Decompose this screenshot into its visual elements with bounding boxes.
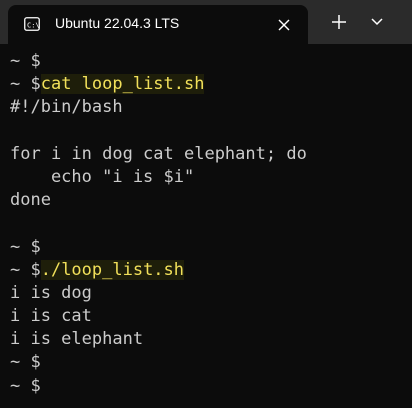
- output-text: i is dog: [10, 282, 92, 303]
- output-text: for i in dog cat elephant; do: [10, 143, 307, 164]
- terminal-line: #!/bin/bash: [10, 96, 408, 119]
- shell-prompt: ~ $: [10, 375, 41, 396]
- tab-ubuntu[interactable]: C:\ Ubuntu 22.04.3 LTS: [8, 5, 308, 44]
- command-text: cat loop_list.sh: [40, 74, 205, 95]
- shell-prompt: ~ $: [10, 74, 41, 95]
- terminal-output[interactable]: ~ $ ~ $cat loop_list.sh #!/bin/bash for i i…: [10, 50, 408, 404]
- terminal-line: ~ $: [10, 375, 408, 398]
- terminal-line: done: [10, 189, 408, 212]
- terminal-line: ~ $: [10, 236, 408, 259]
- terminal-line: ~ $: [10, 351, 408, 374]
- terminal-window: C:\ Ubuntu 22.04.3 LTS ~ $ ~ $cat loop_li…: [0, 0, 412, 408]
- terminal-line: i is elephant: [10, 328, 408, 351]
- tab-title: Ubuntu 22.04.3 LTS: [55, 15, 180, 31]
- shell-prompt: ~ $: [10, 51, 41, 71]
- chevron-down-icon[interactable]: [360, 8, 394, 36]
- terminal-line: i is dog: [10, 282, 408, 305]
- output-text: i is elephant: [10, 329, 144, 350]
- terminal-line: ~ $./loop_list.sh: [10, 259, 408, 282]
- command-text: ./loop_list.sh: [40, 259, 185, 280]
- plus-icon[interactable]: [322, 8, 356, 36]
- shell-prompt: ~ $: [10, 236, 41, 257]
- output-text: #!/bin/bash: [10, 97, 123, 118]
- output-text: i is cat: [10, 306, 92, 327]
- svg-text:C:\: C:\: [27, 22, 40, 30]
- terminal-line: ~ $: [10, 50, 408, 73]
- terminal-line: i is cat: [10, 305, 408, 328]
- close-icon[interactable]: [274, 15, 294, 35]
- terminal-line: for i in dog cat elephant; do: [10, 143, 408, 166]
- title-bar: C:\ Ubuntu 22.04.3 LTS: [0, 0, 412, 44]
- output-text: done: [10, 190, 51, 211]
- terminal-icon: C:\: [24, 17, 40, 31]
- terminal-line: ~ $cat loop_list.sh: [10, 73, 408, 96]
- output-text: echo "i is $i": [10, 166, 195, 187]
- shell-prompt: ~ $: [10, 259, 41, 280]
- terminal-line: echo "i is $i": [10, 166, 408, 189]
- shell-prompt: ~ $: [10, 352, 41, 373]
